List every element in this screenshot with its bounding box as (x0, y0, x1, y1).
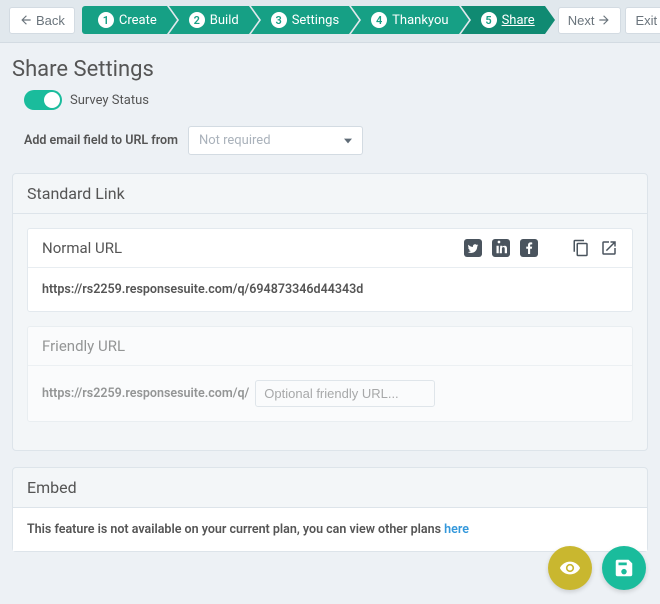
standard-link-heading: Standard Link (13, 174, 647, 214)
survey-status-row: Survey Status (24, 90, 648, 110)
back-button[interactable]: Back (9, 7, 75, 34)
top-nav: Back 1 Create 2 Build 3 Settings 4 Thank… (0, 0, 660, 43)
exit-label: Exit (635, 13, 657, 28)
save-icon (613, 557, 635, 579)
next-button[interactable]: Next (558, 7, 622, 34)
caret-down-icon (344, 137, 352, 145)
step-num: 4 (371, 12, 387, 28)
facebook-icon[interactable] (520, 239, 538, 257)
step-label: Build (210, 13, 239, 28)
step-num: 3 (271, 12, 287, 28)
save-fab[interactable] (602, 546, 646, 590)
embed-body: This feature is not available on your cu… (13, 508, 647, 551)
twitter-icon[interactable] (464, 239, 482, 257)
arrow-left-icon (19, 13, 33, 27)
next-label: Next (568, 13, 595, 28)
email-field-value: Not required (199, 133, 271, 148)
friendly-url-prefix: https://rs2259.responsesuite.com/q/ (42, 386, 249, 401)
embed-plans-link[interactable]: here (444, 522, 469, 537)
floating-actions (548, 546, 646, 590)
survey-status-toggle[interactable] (24, 90, 62, 110)
step-label: Settings (292, 13, 339, 28)
embed-heading: Embed (13, 468, 647, 508)
normal-url-value: https://rs2259.responsesuite.com/q/69487… (42, 282, 363, 297)
step-settings[interactable]: 3 Settings (251, 6, 349, 34)
share-icons (464, 239, 618, 257)
step-label: Share (502, 13, 535, 28)
step-num: 1 (98, 12, 114, 28)
step-label: Create (119, 13, 157, 28)
standard-link-panel: Standard Link Normal URL https://rs2259. (12, 173, 648, 451)
copy-icon[interactable] (572, 239, 590, 257)
embed-message: This feature is not available on your cu… (27, 522, 444, 537)
step-thankyou[interactable]: 4 Thankyou (351, 6, 458, 34)
toggle-knob (44, 92, 60, 108)
friendly-url-input[interactable] (255, 380, 435, 407)
page-title: Share Settings (12, 57, 648, 82)
eye-icon (559, 557, 581, 579)
main-content: Share Settings Survey Status Add email f… (0, 43, 660, 564)
survey-status-label: Survey Status (70, 93, 149, 108)
wizard-steps: 1 Create 2 Build 3 Settings 4 Thankyou 5… (82, 6, 547, 34)
step-label: Thankyou (392, 13, 448, 28)
preview-fab[interactable] (548, 546, 592, 590)
step-build[interactable]: 2 Build (169, 6, 249, 34)
linkedin-icon[interactable] (492, 239, 510, 257)
step-create[interactable]: 1 Create (82, 6, 167, 34)
friendly-url-heading: Friendly URL (42, 337, 125, 355)
embed-panel: Embed This feature is not available on y… (12, 467, 648, 552)
email-field-select[interactable]: Not required (188, 126, 363, 155)
exit-button[interactable]: Exit (625, 7, 660, 34)
email-field-row: Add email field to URL from Not required (24, 126, 648, 155)
step-num: 5 (481, 12, 497, 28)
open-external-icon[interactable] (600, 239, 618, 257)
step-num: 2 (189, 12, 205, 28)
email-field-label: Add email field to URL from (24, 133, 178, 148)
arrow-right-icon (597, 13, 611, 27)
normal-url-heading: Normal URL (42, 239, 122, 257)
back-label: Back (36, 13, 65, 28)
friendly-url-card: Friendly URL https://rs2259.responsesuit… (27, 326, 633, 422)
normal-url-card: Normal URL https://rs2259.responsesuite.… (27, 228, 633, 312)
step-share[interactable]: 5 Share (461, 6, 545, 34)
